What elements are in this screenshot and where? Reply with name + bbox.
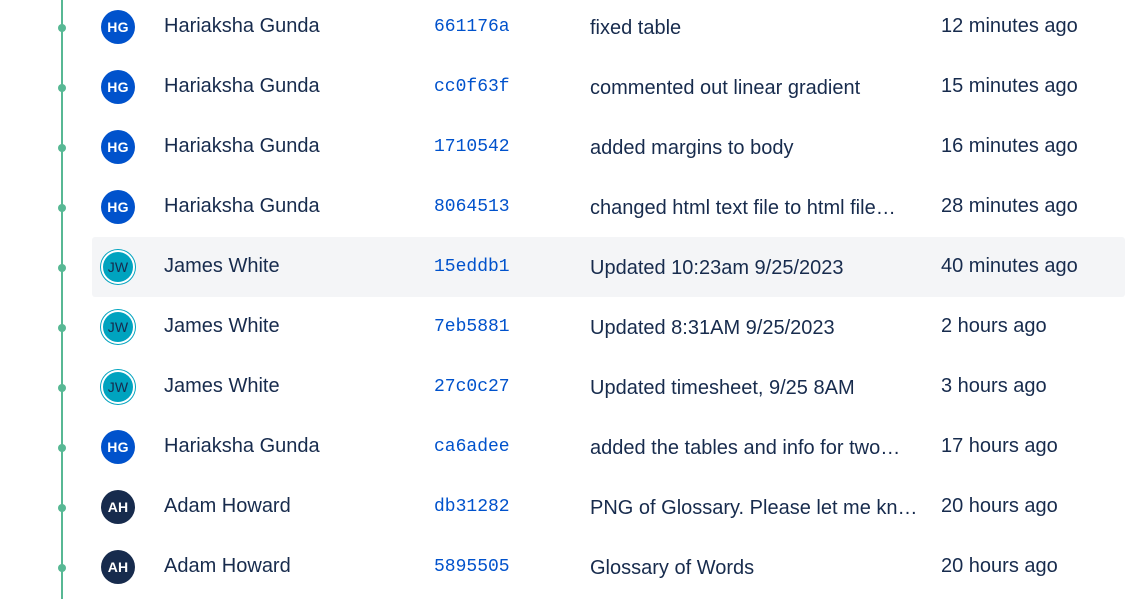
- commit-time: 17 hours ago: [941, 435, 1058, 457]
- commit-message: fixed table: [590, 17, 682, 39]
- commit-message: added the tables and info for two…: [590, 437, 901, 459]
- avatar[interactable]: JW: [101, 250, 135, 284]
- commit-author: James White: [164, 375, 280, 397]
- commit-graph-dot: [58, 144, 66, 152]
- commit-message: Updated 8:31AM 9/25/2023: [590, 317, 835, 339]
- commit-hash-link[interactable]: 7eb5881: [434, 317, 510, 337]
- commit-author: James White: [164, 315, 280, 337]
- commit-row[interactable]: HG Hariaksha Gunda ca6adee added the tab…: [0, 417, 1125, 477]
- commit-time: 20 hours ago: [941, 495, 1058, 517]
- commit-hash-link[interactable]: 661176a: [434, 17, 510, 37]
- commit-author: Hariaksha Gunda: [164, 195, 320, 217]
- commit-time: 40 minutes ago: [941, 255, 1078, 277]
- commit-message: Updated 10:23am 9/25/2023: [590, 257, 844, 279]
- commit-row[interactable]: HG Hariaksha Gunda 8064513 changed html …: [0, 177, 1125, 237]
- commit-row[interactable]: HG Hariaksha Gunda 1710542 added margins…: [0, 117, 1125, 177]
- commit-graph-dot: [58, 84, 66, 92]
- commit-row-hovered[interactable]: JW James White 15eddb1 Updated 10:23am 9…: [0, 237, 1125, 297]
- commit-graph-dot: [58, 564, 66, 572]
- commit-author: Hariaksha Gunda: [164, 435, 320, 457]
- commit-list: HG Hariaksha Gunda 661176a fixed table 1…: [0, 0, 1125, 597]
- avatar[interactable]: HG: [101, 430, 135, 464]
- commit-row[interactable]: HG Hariaksha Gunda cc0f63f commented out…: [0, 57, 1125, 117]
- commit-hash-link[interactable]: 5895505: [434, 557, 510, 577]
- commit-hash-link[interactable]: db31282: [434, 497, 510, 517]
- commit-message: Glossary of Words: [590, 557, 755, 579]
- avatar[interactable]: AH: [101, 550, 135, 584]
- commit-time: 15 minutes ago: [941, 75, 1078, 97]
- commit-hash-link[interactable]: 8064513: [434, 197, 510, 217]
- commit-message: commented out linear gradient: [590, 77, 861, 99]
- commit-author: Adam Howard: [164, 555, 291, 577]
- commit-graph-dot: [58, 264, 66, 272]
- commit-graph-dot: [58, 504, 66, 512]
- commit-message: changed html text file to html file…: [590, 197, 896, 219]
- commit-row[interactable]: AH Adam Howard 5895505 Glossary of Words…: [0, 537, 1125, 597]
- commit-time: 20 hours ago: [941, 555, 1058, 577]
- commit-message: added margins to body: [590, 137, 794, 159]
- commit-graph-dot: [58, 204, 66, 212]
- commit-hash-link[interactable]: 1710542: [434, 137, 510, 157]
- commit-message: Updated timesheet, 9/25 8AM: [590, 377, 855, 399]
- commit-author: Hariaksha Gunda: [164, 135, 320, 157]
- commit-hash-link[interactable]: 27c0c27: [434, 377, 510, 397]
- commit-time: 2 hours ago: [941, 315, 1047, 337]
- commit-hash-link[interactable]: cc0f63f: [434, 77, 510, 97]
- avatar[interactable]: HG: [101, 70, 135, 104]
- commit-graph-dot: [58, 444, 66, 452]
- avatar[interactable]: JW: [101, 370, 135, 404]
- commit-author: James White: [164, 255, 280, 277]
- commit-author: Hariaksha Gunda: [164, 75, 320, 97]
- commit-author: Hariaksha Gunda: [164, 15, 320, 37]
- commit-row[interactable]: HG Hariaksha Gunda 661176a fixed table 1…: [0, 0, 1125, 57]
- commit-row[interactable]: JW James White 27c0c27 Updated timesheet…: [0, 357, 1125, 417]
- commit-hash-link[interactable]: 15eddb1: [434, 257, 510, 277]
- avatar[interactable]: AH: [101, 490, 135, 524]
- commit-graph-dot: [58, 24, 66, 32]
- commit-time: 12 minutes ago: [941, 15, 1078, 37]
- commit-time: 3 hours ago: [941, 375, 1047, 397]
- avatar[interactable]: HG: [101, 130, 135, 164]
- commit-row[interactable]: AH Adam Howard db31282 PNG of Glossary. …: [0, 477, 1125, 537]
- commit-message: PNG of Glossary. Please let me kn…: [590, 497, 918, 519]
- commit-author: Adam Howard: [164, 495, 291, 517]
- avatar[interactable]: HG: [101, 10, 135, 44]
- commit-graph-dot: [58, 384, 66, 392]
- commit-time: 16 minutes ago: [941, 135, 1078, 157]
- commit-row[interactable]: JW James White 7eb5881 Updated 8:31AM 9/…: [0, 297, 1125, 357]
- commit-hash-link[interactable]: ca6adee: [434, 437, 510, 457]
- commit-time: 28 minutes ago: [941, 195, 1078, 217]
- avatar[interactable]: JW: [101, 310, 135, 344]
- commit-graph-dot: [58, 324, 66, 332]
- avatar[interactable]: HG: [101, 190, 135, 224]
